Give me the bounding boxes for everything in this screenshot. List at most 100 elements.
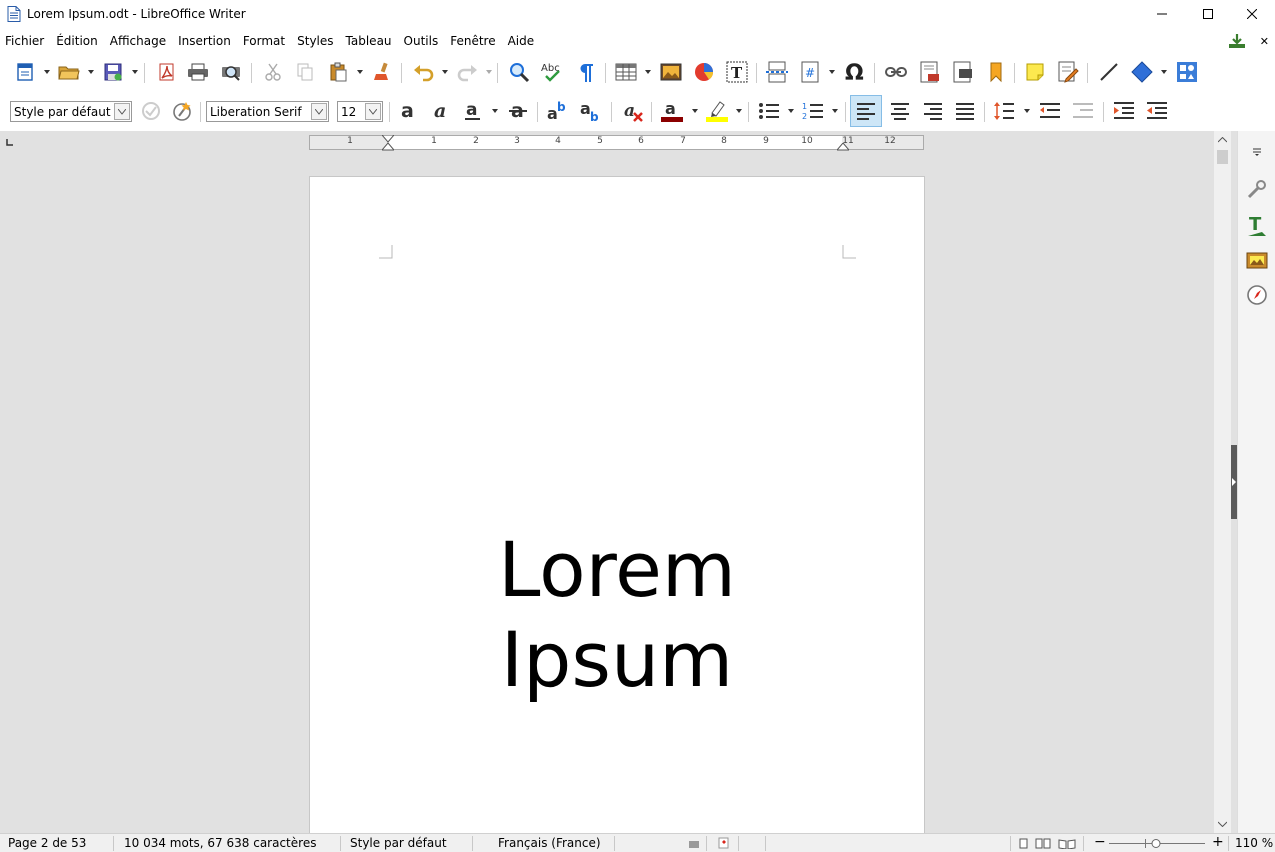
right-indent-marker-icon[interactable] (837, 143, 849, 151)
menu-styles[interactable]: Styles (291, 34, 339, 48)
status-word-count[interactable]: 10 034 mots, 67 638 caractères (124, 836, 316, 850)
italic-button[interactable]: a (426, 96, 456, 126)
paste-button[interactable] (323, 57, 353, 87)
status-language[interactable]: Français (France) (498, 836, 601, 850)
menu-insertion[interactable]: Insertion (172, 34, 237, 48)
insert-table-button[interactable] (611, 57, 641, 87)
insert-footnote-button[interactable] (914, 57, 944, 87)
document-page[interactable]: Lorem Ipsum (309, 176, 925, 833)
increase-paragraph-spacing-button[interactable] (1035, 96, 1065, 126)
spelling-button[interactable]: Abc (537, 57, 567, 87)
zoom-percent[interactable]: 110 % (1235, 836, 1273, 850)
redo-dropdown[interactable] (486, 70, 492, 74)
document-canvas[interactable]: Lorem Ipsum (0, 153, 1214, 833)
new-document-dropdown[interactable] (44, 70, 50, 74)
single-page-view-icon[interactable] (1019, 838, 1029, 849)
horizontal-ruler[interactable]: 1 1 2 3 4 5 6 7 8 9 10 11 12 (309, 135, 924, 151)
open-button[interactable] (54, 57, 84, 87)
menu-fichier[interactable]: Fichier (0, 34, 50, 48)
menu-format[interactable]: Format (237, 34, 291, 48)
highlight-color-dropdown[interactable] (736, 109, 742, 113)
subscript-button[interactable]: ab (576, 96, 606, 126)
chevron-down-icon[interactable] (365, 103, 381, 120)
align-right-button[interactable] (918, 96, 948, 126)
close-document-button[interactable]: ✕ (1260, 35, 1269, 48)
save-dropdown[interactable] (132, 70, 138, 74)
new-style-button[interactable] (167, 96, 197, 126)
sidebar-gallery-button[interactable] (1243, 246, 1271, 274)
undo-button[interactable] (409, 57, 439, 87)
insert-chart-button[interactable] (689, 57, 719, 87)
indent-marker-icon[interactable] (382, 135, 394, 151)
font-color-dropdown[interactable] (692, 109, 698, 113)
tab-stop-type-icon[interactable] (5, 137, 15, 147)
menu-edition[interactable]: Édition (50, 34, 104, 48)
scroll-up-arrow-icon[interactable] (1218, 137, 1227, 143)
scrollbar-thumb[interactable] (1217, 150, 1228, 164)
chevron-down-icon[interactable] (311, 103, 327, 120)
sidebar-navigator-button[interactable] (1243, 281, 1271, 309)
insert-field-dropdown[interactable] (829, 70, 835, 74)
paragraph-style-combo[interactable]: Style par défaut (10, 101, 132, 122)
menu-affichage[interactable]: Affichage (104, 34, 172, 48)
print-button[interactable] (183, 57, 213, 87)
align-center-button[interactable] (885, 96, 915, 126)
insert-line-button[interactable] (1094, 57, 1124, 87)
underline-dropdown[interactable] (492, 109, 498, 113)
bold-button[interactable]: a (393, 96, 423, 126)
status-page-number[interactable]: Page 2 de 53 (8, 836, 86, 850)
save-button[interactable] (98, 57, 128, 87)
unordered-list-dropdown[interactable] (788, 109, 794, 113)
update-download-icon[interactable] (1228, 33, 1246, 49)
minimize-button[interactable] (1139, 0, 1185, 28)
menu-aide[interactable]: Aide (502, 34, 541, 48)
ordered-list-dropdown[interactable] (832, 109, 838, 113)
track-changes-button[interactable] (1053, 57, 1083, 87)
highlight-color-button[interactable] (702, 96, 732, 126)
menu-outils[interactable]: Outils (398, 34, 445, 48)
chevron-down-icon[interactable] (114, 103, 130, 120)
close-window-button[interactable] (1229, 0, 1275, 28)
ordered-list-button[interactable]: 12 (798, 96, 828, 126)
copy-button[interactable] (290, 57, 320, 87)
insert-endnote-button[interactable] (947, 57, 977, 87)
cut-button[interactable] (258, 57, 288, 87)
document-modified-icon[interactable] (718, 837, 730, 849)
zoom-slider-knob-icon[interactable] (1151, 838, 1161, 849)
basic-shapes-dropdown[interactable] (1161, 70, 1167, 74)
font-name-combo[interactable]: Liberation Serif (206, 101, 329, 122)
insert-bookmark-button[interactable] (981, 57, 1011, 87)
menu-tableau[interactable]: Tableau (340, 34, 398, 48)
decrease-indent-button[interactable] (1142, 96, 1172, 126)
font-size-combo[interactable]: 12 (337, 101, 383, 122)
sidebar-styles-button[interactable]: T (1243, 212, 1271, 240)
update-style-button[interactable] (136, 96, 166, 126)
insert-image-button[interactable] (656, 57, 686, 87)
clear-formatting-button[interactable]: a (618, 96, 648, 126)
vertical-scrollbar[interactable] (1214, 131, 1231, 833)
font-color-button[interactable]: a (657, 96, 687, 126)
insert-comment-button[interactable] (1020, 57, 1050, 87)
menu-fenetre[interactable]: Fenêtre (444, 34, 501, 48)
insert-page-break-button[interactable] (762, 57, 792, 87)
paste-dropdown[interactable] (357, 70, 363, 74)
decrease-paragraph-spacing-button[interactable] (1068, 96, 1098, 126)
redo-button[interactable] (452, 57, 482, 87)
zoom-out-button[interactable]: − (1094, 834, 1106, 850)
maximize-button[interactable] (1185, 0, 1231, 28)
basic-shapes-button[interactable] (1127, 57, 1157, 87)
insert-special-character-button[interactable]: Ω (840, 57, 870, 87)
underline-button[interactable]: a (458, 96, 488, 126)
sidebar-menu-button[interactable] (1243, 138, 1271, 166)
formatting-marks-button[interactable] (571, 57, 601, 87)
superscript-button[interactable]: ab (543, 96, 573, 126)
justify-button[interactable] (950, 96, 980, 126)
insert-hyperlink-button[interactable] (881, 57, 911, 87)
scroll-down-arrow-icon[interactable] (1218, 821, 1227, 827)
open-dropdown[interactable] (88, 70, 94, 74)
insert-field-button[interactable]: # (795, 57, 825, 87)
multi-page-view-icon[interactable] (1035, 838, 1051, 849)
align-left-button[interactable] (850, 95, 882, 127)
sidebar-properties-button[interactable] (1243, 175, 1271, 203)
export-pdf-button[interactable] (151, 57, 181, 87)
